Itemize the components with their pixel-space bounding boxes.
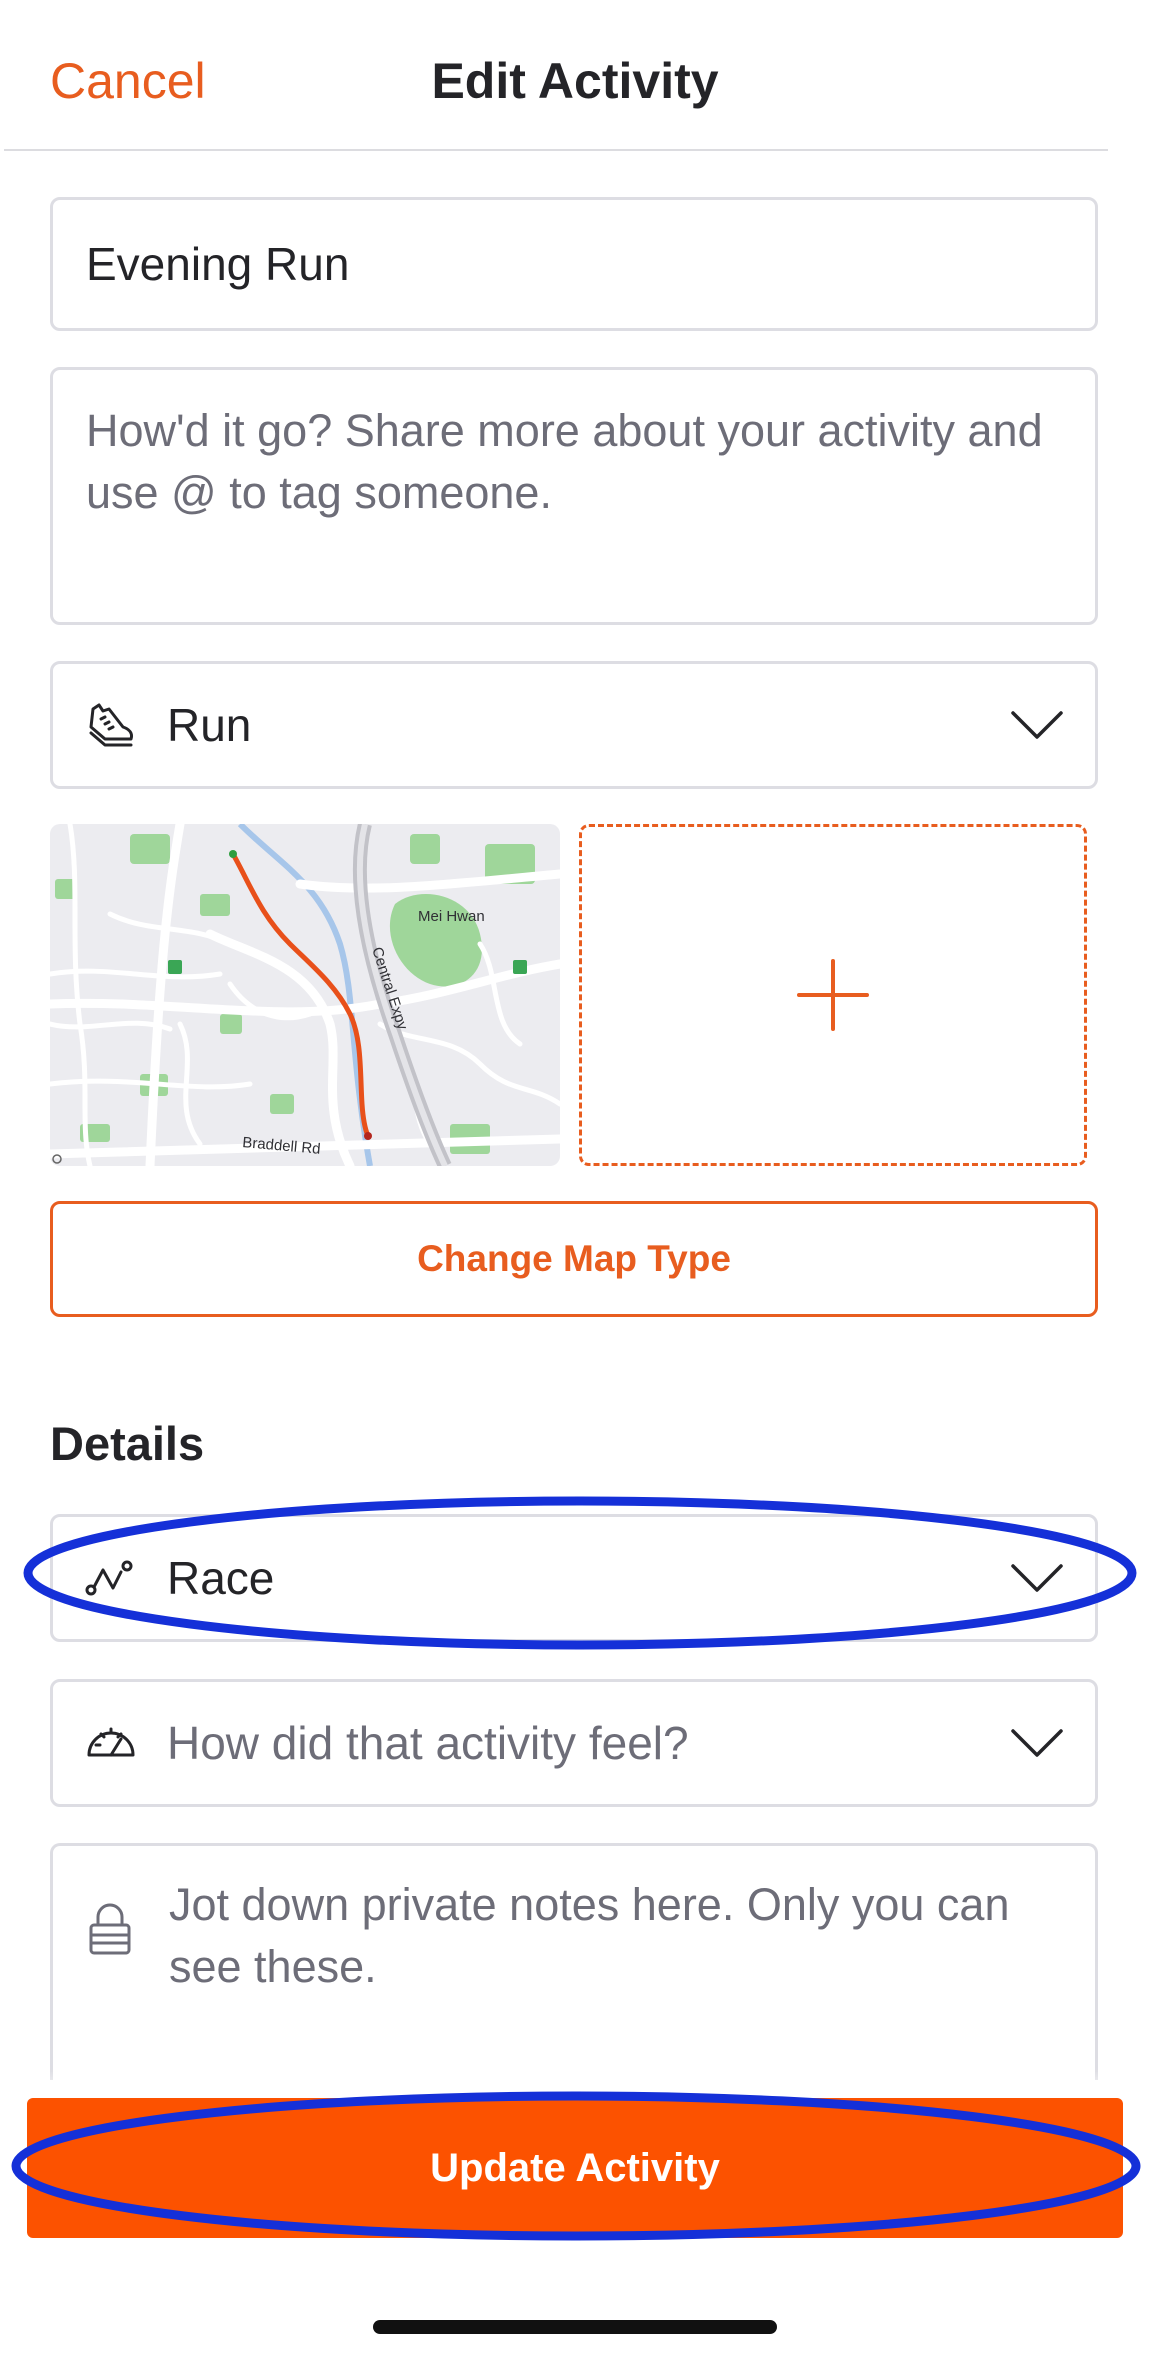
activity-map-thumbnail[interactable]: Mei Hwan Central Expy Braddell Rd	[50, 824, 560, 1166]
race-route-icon	[85, 1560, 133, 1596]
lock-icon	[89, 1903, 131, 1955]
header-divider	[4, 149, 1108, 151]
sport-type-label: Run	[167, 699, 252, 751]
chevron-down-icon	[1011, 711, 1063, 739]
route-map: Mei Hwan Central Expy Braddell Rd	[50, 824, 560, 1166]
add-media-button[interactable]	[579, 824, 1087, 1166]
change-map-type-button[interactable]: Change Map Type	[50, 1201, 1098, 1317]
update-activity-button[interactable]: Update Activity	[27, 2098, 1123, 2238]
speedometer-icon	[87, 1727, 135, 1757]
private-notes-textarea[interactable]: Jot down private notes here. Only you ca…	[50, 1843, 1098, 2083]
perceived-exertion-select[interactable]: How did that activity feel?	[50, 1679, 1098, 1807]
chevron-down-icon	[1011, 1729, 1063, 1757]
plus-icon	[797, 959, 869, 1031]
perceived-exertion-label: How did that activity feel?	[167, 1717, 689, 1769]
running-shoe-icon	[89, 703, 133, 747]
workout-type-label: Race	[167, 1552, 275, 1604]
cancel-button[interactable]: Cancel	[50, 52, 206, 110]
chevron-down-icon	[1011, 1564, 1063, 1592]
map-label-mei-hwan: Mei Hwan	[418, 908, 485, 925]
private-notes-placeholder: Jot down private notes here. Only you ca…	[169, 1879, 1010, 1992]
home-indicator	[373, 2320, 777, 2334]
activity-name-input[interactable]: Evening Run	[50, 197, 1098, 331]
details-heading: Details	[50, 1417, 205, 1470]
description-textarea[interactable]: How'd it go? Share more about your activ…	[50, 367, 1098, 625]
sport-type-select[interactable]: Run	[50, 661, 1098, 789]
workout-type-select[interactable]: Race	[50, 1514, 1098, 1642]
